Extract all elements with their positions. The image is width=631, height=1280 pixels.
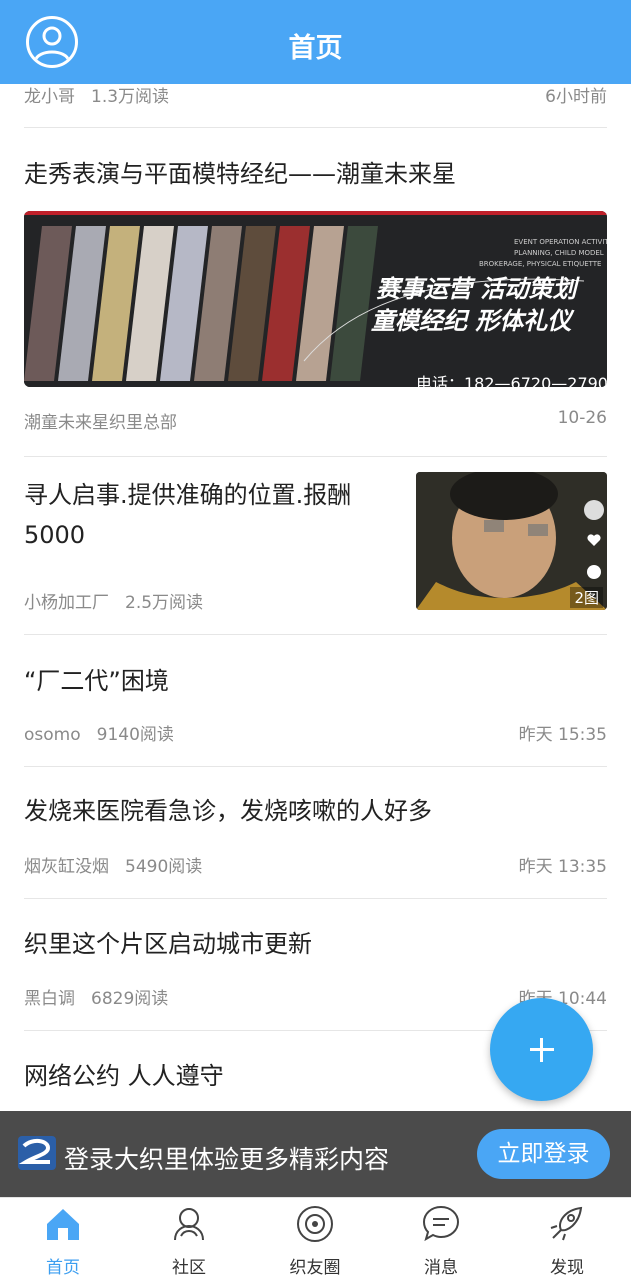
article-reads: 9140阅读 xyxy=(96,725,174,745)
article-time: 昨天 13:35 xyxy=(518,857,607,877)
tab-label: 首页 xyxy=(46,1258,80,1278)
tab-friend-circle[interactable]: 织友圈 xyxy=(252,1198,378,1280)
article-thumbnail[interactable]: 2图 xyxy=(416,472,607,610)
article-title-line1: 寻人启事.提供准确的位置.报酬 xyxy=(24,481,352,509)
article-title-line2: 5000 xyxy=(24,521,86,549)
circle-icon xyxy=(297,1206,333,1242)
divider xyxy=(24,127,607,128)
message-icon xyxy=(422,1205,460,1242)
article-author: 黑白调 xyxy=(24,989,75,1009)
article-author: osomo xyxy=(24,725,81,745)
banner-slogan-line2: 童模经纪 形体礼仪 xyxy=(371,307,575,335)
article-time: 昨天 15:35 xyxy=(518,725,607,745)
article-title[interactable]: “厂二代”困境 xyxy=(24,661,169,701)
article-author: 烟灰缸没烟 xyxy=(24,857,109,877)
tab-label: 织友圈 xyxy=(289,1258,341,1278)
banner-en-line1: EVENT OPERATION ACTIVITY xyxy=(514,238,607,246)
tab-label: 社区 xyxy=(172,1258,206,1278)
tab-home[interactable]: 首页 xyxy=(0,1198,126,1280)
image-count-badge: 2图 xyxy=(570,587,603,608)
article-meta: 小杨加工厂 2.5万阅读 xyxy=(24,588,203,613)
article-title[interactable]: 织里这个片区启动城市更新 xyxy=(24,924,312,964)
banner-phone: 电话：182—6720—2790 xyxy=(416,374,607,387)
tab-discover[interactable]: 发现 xyxy=(504,1198,630,1280)
article-time: 6小时前 xyxy=(545,87,607,107)
banner-en-line2: PLANNING, CHILD MODEL xyxy=(514,249,604,257)
article-reads: 2.5万阅读 xyxy=(125,593,204,613)
article-author: 小杨加工厂 xyxy=(24,593,109,613)
tab-messages[interactable]: 消息 xyxy=(378,1198,504,1280)
bottom-tab-bar: 首页 社区 织友圈 消息 发现 xyxy=(0,1197,631,1280)
banner-graphic: EVENT OPERATION ACTIVITY PLANNING, CHILD… xyxy=(24,211,607,387)
article-title[interactable]: 走秀表演与平面模特经纪——潮童未来星 xyxy=(24,154,456,194)
article-title[interactable]: 网络公约 人人遵守 xyxy=(24,1056,224,1096)
create-post-button[interactable] xyxy=(490,998,593,1101)
tab-community[interactable]: 社区 xyxy=(126,1198,252,1280)
article-meta: 龙小哥 1.3万阅读 xyxy=(24,82,169,107)
community-icon xyxy=(174,1208,204,1241)
home-icon xyxy=(47,1209,79,1240)
login-prompt-bar: 登录大织里体验更多精彩内容 立即登录 xyxy=(0,1111,631,1197)
article-meta: osomo 9140阅读 xyxy=(24,720,174,745)
divider xyxy=(24,634,607,635)
tab-label: 消息 xyxy=(424,1258,458,1278)
divider xyxy=(24,898,607,899)
page-title: 首页 xyxy=(288,33,343,64)
article-author: 龙小哥 xyxy=(24,87,75,107)
article-meta: 烟灰缸没烟 5490阅读 xyxy=(24,852,202,877)
banner-en-line3: BROKERAGE, PHYSICAL ETIQUETTE xyxy=(479,260,601,268)
banner-slogan-line1: 赛事运营 活动策划 xyxy=(376,275,580,303)
divider xyxy=(24,766,607,767)
app-logo-icon xyxy=(18,1136,56,1170)
login-now-button[interactable]: 立即登录 xyxy=(477,1129,610,1179)
tab-label: 发现 xyxy=(550,1258,584,1278)
article-time: 10-26 xyxy=(557,408,607,428)
article-title[interactable]: 发烧来医院看急诊，发烧咳嗽的人好多 xyxy=(24,791,432,831)
article-reads: 6829阅读 xyxy=(91,989,169,1009)
article-reads: 5490阅读 xyxy=(125,857,203,877)
login-prompt-text: 登录大织里体验更多精彩内容 xyxy=(64,1145,390,1174)
article-title[interactable]: 寻人启事.提供准确的位置.报酬 5000 xyxy=(24,475,351,555)
divider xyxy=(24,456,607,457)
top-app-bar: 首页 xyxy=(0,0,631,84)
article-reads: 1.3万阅读 xyxy=(91,87,170,107)
article-banner-image[interactable]: EVENT OPERATION ACTIVITY PLANNING, CHILD… xyxy=(24,211,607,387)
rocket-icon xyxy=(550,1206,583,1241)
article-author: 潮童未来星织里总部 xyxy=(24,413,177,433)
article-meta: 黑白调 6829阅读 xyxy=(24,984,168,1009)
article-meta: 潮童未来星织里总部 xyxy=(24,408,177,433)
